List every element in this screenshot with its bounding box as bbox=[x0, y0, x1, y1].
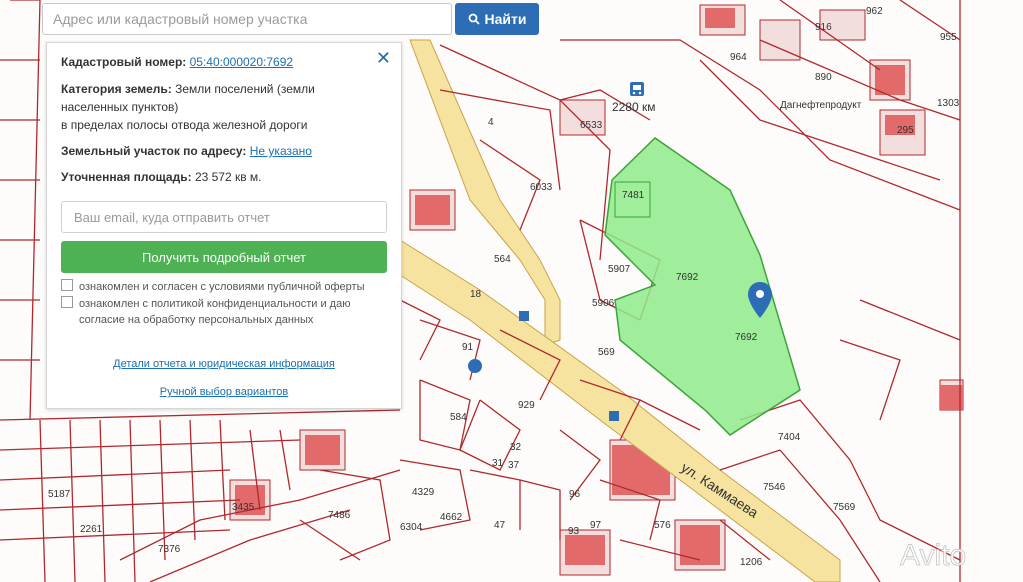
category-value-2: населенных пунктов) bbox=[61, 100, 179, 114]
parcel-number-label: 7546 bbox=[763, 482, 786, 493]
parcel-number-label: 3435 bbox=[232, 502, 255, 513]
consent-privacy-label: ознакомлен с политикой конфиденциальност… bbox=[79, 298, 351, 310]
address-row: Земельный участок по адресу: Не указано bbox=[61, 142, 387, 160]
search-button-label: Найти bbox=[484, 11, 527, 27]
parcel-info-panel: ✕ Кадастровый номер: 05:40:000020:7692 К… bbox=[46, 42, 402, 409]
consent-privacy[interactable]: ознакомлен с политикой конфиденциальност… bbox=[61, 296, 387, 328]
parcel-number-label: 564 bbox=[494, 254, 511, 265]
parcel-number-label: 4329 bbox=[412, 487, 435, 498]
parcel-number-label: 569 bbox=[598, 347, 615, 358]
search-input[interactable] bbox=[43, 4, 451, 34]
highlight-label-2: 7692 bbox=[735, 332, 758, 343]
area-label: Уточненная площадь: bbox=[61, 170, 192, 184]
category-label: Категория земель: bbox=[61, 82, 172, 96]
parcel-number-label: 890 bbox=[815, 72, 832, 83]
get-report-button[interactable]: Получить подробный отчет bbox=[61, 241, 387, 273]
parcel-number-label: 2261 bbox=[80, 524, 103, 535]
parcel-number-label: 7376 bbox=[158, 544, 181, 555]
parcel-number-label: 295 bbox=[897, 125, 914, 136]
train-station-icon bbox=[630, 82, 644, 96]
parcel-number-label: 576 bbox=[654, 520, 671, 531]
category-value-3: в пределах полосы отвода железной дороги bbox=[61, 118, 308, 132]
cadastral-label: Кадастровый номер: bbox=[61, 55, 187, 69]
parcel-number-label: 91 bbox=[462, 342, 474, 353]
manual-selection-link[interactable]: Ручной выбор вариантов bbox=[47, 386, 401, 398]
parcel-number-label: 6033 bbox=[530, 182, 553, 193]
email-field[interactable] bbox=[61, 201, 387, 233]
area-value: 23 572 кв м. bbox=[194, 170, 262, 184]
parcel-number-label: 31 bbox=[492, 458, 504, 469]
parcel-number-label: 7486 bbox=[328, 510, 351, 521]
parcel-number-label: 4 bbox=[488, 117, 494, 128]
category-value-1: Земли поселений (земли bbox=[175, 82, 315, 96]
parcel-number-label: 6304 bbox=[400, 522, 423, 533]
station-label: 2280 км bbox=[612, 100, 656, 114]
search-field[interactable] bbox=[42, 3, 452, 35]
parcel-number-label: 5907 bbox=[608, 264, 631, 275]
parcel-number-label: 96 bbox=[569, 489, 581, 500]
consent-privacy-label-2: согласие на обработку персональных данны… bbox=[79, 314, 314, 326]
consent-offer[interactable]: ознакомлен и согласен с условиями публич… bbox=[61, 279, 387, 295]
details-link[interactable]: Детали отчета и юридическая информация bbox=[47, 358, 401, 370]
parcel-number-label: 7569 bbox=[833, 502, 856, 513]
category-row: Категория земель: Земли поселений (земли… bbox=[61, 80, 387, 134]
consent-offer-checkbox[interactable] bbox=[61, 279, 73, 291]
parcel-number-label: 32 bbox=[510, 442, 522, 453]
parcel-number-label: 7404 bbox=[778, 432, 801, 443]
parcel-number-label: 6533 bbox=[580, 120, 603, 131]
search-icon bbox=[468, 13, 480, 25]
address-value-link[interactable]: Не указано bbox=[250, 144, 312, 158]
parcel-number-label: 37 bbox=[508, 460, 520, 471]
parcel-number-label: 916 bbox=[815, 22, 832, 33]
search-button[interactable]: Найти bbox=[455, 3, 539, 35]
area-row: Уточненная площадь: 23 572 кв м. bbox=[61, 168, 387, 186]
parcel-number-label: 962 bbox=[866, 6, 883, 17]
parcel-number-label: 584 bbox=[450, 412, 467, 423]
parcel-number-label: 929 bbox=[518, 400, 535, 411]
highlight-label: 7692 bbox=[676, 272, 699, 283]
parcel-number-label: 1206 bbox=[740, 557, 763, 568]
bus-stop-icon bbox=[519, 311, 529, 321]
parcel-number-label: 1303 bbox=[937, 98, 960, 109]
consent-offer-label: ознакомлен и согласен с условиями публич… bbox=[79, 281, 365, 293]
consent-privacy-checkbox[interactable] bbox=[61, 296, 73, 308]
parcel-number-label: 964 bbox=[730, 52, 747, 63]
parcel-number-label: 955 bbox=[940, 32, 957, 43]
cadastral-value-link[interactable]: 05:40:000020:7692 bbox=[190, 55, 293, 69]
parcel-number-label: 93 bbox=[568, 526, 580, 537]
parcel-number-label: 97 bbox=[590, 520, 602, 531]
cadastral-row: Кадастровый номер: 05:40:000020:7692 bbox=[61, 53, 387, 71]
bus-stop-icon-2 bbox=[609, 411, 619, 421]
address-label: Земельный участок по адресу: bbox=[61, 144, 247, 158]
email-input[interactable] bbox=[62, 202, 386, 232]
parcel-number-label: 18 bbox=[470, 289, 482, 300]
parcel-number-label: 47 bbox=[494, 520, 506, 531]
poi-icon bbox=[468, 359, 482, 373]
parcel-number-label: 5187 bbox=[48, 489, 71, 500]
parcel-number-label: 4662 bbox=[440, 512, 463, 523]
parcel-number-label: 7481 bbox=[622, 190, 645, 201]
company-label: Дагнефтепродукт bbox=[780, 99, 862, 111]
parcel-number-label: 5906 bbox=[592, 298, 615, 309]
avito-watermark: Avito bbox=[900, 539, 966, 572]
